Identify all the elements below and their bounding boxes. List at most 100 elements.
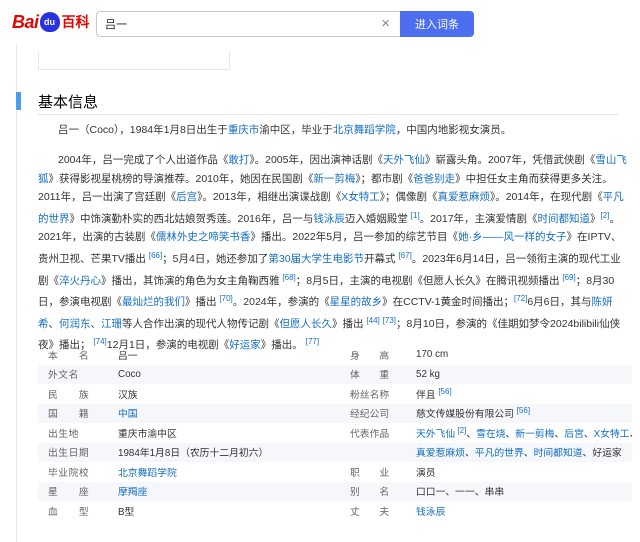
logo-text-bai: Bai bbox=[12, 11, 39, 32]
entry-link[interactable]: 钱泳辰 bbox=[416, 507, 445, 518]
citation-ref[interactable]: [2] bbox=[455, 426, 466, 435]
text-run: 重庆市渝中区 bbox=[118, 428, 177, 440]
baidu-baike-logo[interactable]: Bai du 百科 bbox=[12, 10, 90, 34]
text-run: 》播出 bbox=[185, 296, 220, 309]
entry-link[interactable]: 儒林外史之啼笑书香 bbox=[156, 231, 251, 243]
search-input[interactable] bbox=[97, 12, 367, 36]
entry-link[interactable]: 天外飞仙 bbox=[416, 429, 455, 440]
text-run: 吕一 bbox=[118, 350, 138, 362]
info-row: 毕业院校 北京舞蹈学院 职 业 演员 bbox=[38, 462, 632, 482]
text-run: 、 bbox=[464, 448, 475, 460]
text-run: 伴且 bbox=[416, 389, 439, 401]
entry-link[interactable]: 雪在烧 bbox=[476, 429, 505, 440]
info-label: 毕业院校 bbox=[48, 467, 90, 479]
citation-ref[interactable]: [1] bbox=[411, 211, 420, 220]
citation-ref[interactable]: [56] bbox=[517, 406, 530, 415]
entry-link[interactable]: X女特工 bbox=[341, 191, 380, 203]
entry-link[interactable]: 何润东 bbox=[59, 318, 91, 330]
text-run: 6月6日，其与 bbox=[527, 296, 592, 309]
text-run: 口口一、一一、串串 bbox=[416, 487, 505, 499]
info-label: 出生地 bbox=[48, 428, 79, 440]
entry-link[interactable]: 真爱惹麻烦 bbox=[437, 191, 490, 203]
entry-link[interactable]: 时间都知道 bbox=[534, 448, 583, 459]
entry-link[interactable]: 平凡的世界 bbox=[475, 448, 524, 459]
basic-info-table: 本 名 吕一 身 高 170 cm 外文名 Coco 体 重 52 kg 民 族 汉族 粉丝名称 伴且… bbox=[38, 345, 632, 521]
text-run: 》获得影视星桃榜的导演推荐。2010年，她因在民国剧《 bbox=[48, 172, 314, 185]
text-run: 》崭露头角。2007年，凭借武侠剧《 bbox=[424, 154, 596, 166]
entry-link[interactable]: 最灿烂的我们 bbox=[122, 296, 185, 308]
info-label: 出生日期 bbox=[48, 448, 90, 460]
entry-link[interactable]: 爸爸别走 bbox=[413, 173, 455, 185]
text-run: ；5月4日，她还参加了 bbox=[162, 252, 269, 265]
text-run: 1984年1月8日（农历十二月初六） bbox=[118, 448, 269, 460]
citation-ref[interactable]: [67] bbox=[398, 251, 411, 260]
entry-link[interactable]: 她·乡——风一样的女子 bbox=[458, 231, 567, 243]
citation-ref[interactable]: [66] bbox=[149, 251, 162, 260]
section-divider bbox=[38, 114, 618, 115]
info-value: 1984年1月8日（农历十二月初六） bbox=[118, 445, 344, 459]
citation-ref[interactable]: [70] bbox=[219, 294, 232, 303]
info-label: 别 名 bbox=[350, 487, 390, 499]
text-run: 、 bbox=[630, 429, 632, 440]
entry-link[interactable]: 新一剪梅 bbox=[313, 173, 355, 185]
entry-link[interactable]: 中国 bbox=[118, 409, 138, 420]
entry-link[interactable]: 第30届大学生电影节 bbox=[268, 253, 364, 265]
entry-link[interactable]: 重庆市 bbox=[228, 124, 260, 136]
info-value: 汉族 bbox=[118, 387, 344, 401]
entry-link[interactable]: 时间都知道 bbox=[538, 213, 591, 225]
info-label: 星 座 bbox=[48, 487, 90, 499]
entry-link[interactable]: 北京舞蹈学院 bbox=[333, 124, 396, 136]
text-run: 》播出 bbox=[332, 317, 367, 330]
text-run: 、 bbox=[583, 428, 594, 440]
info-value: 中国 bbox=[118, 406, 344, 420]
citation-ref[interactable]: [73] bbox=[383, 316, 396, 325]
text-run: 》。2014年，在现代剧《 bbox=[489, 191, 603, 204]
info-value: 口口一、一一、串串 bbox=[416, 484, 632, 498]
enter-entry-button[interactable]: 进入词条 bbox=[400, 11, 474, 37]
info-value: 52 kg bbox=[416, 369, 632, 380]
citation-ref[interactable]: [69] bbox=[562, 273, 575, 282]
entry-link[interactable]: 北京舞蹈学院 bbox=[118, 468, 177, 479]
entry-link[interactable]: 星星的故乡 bbox=[330, 296, 383, 308]
text-run: 、 bbox=[505, 428, 516, 440]
entry-link[interactable]: 后宫 bbox=[176, 191, 197, 203]
entry-link[interactable]: 后宫 bbox=[564, 429, 584, 440]
citation-ref[interactable]: [56] bbox=[438, 387, 451, 396]
info-value: 真爱惹麻烦、平凡的世界、时间都知道、好运家 bbox=[416, 445, 632, 459]
text-run: 》 bbox=[590, 212, 601, 225]
entry-link[interactable]: 天外飞仙 bbox=[383, 154, 425, 166]
entry-link[interactable]: 摩羯座 bbox=[118, 487, 147, 498]
text-run: 吕一（Coco），1984年1月8日出生于 bbox=[58, 124, 228, 136]
entry-link[interactable]: 真爱惹麻烦 bbox=[416, 448, 465, 459]
section-marker bbox=[16, 92, 21, 110]
section-title: 基本信息 bbox=[38, 94, 99, 111]
citation-ref[interactable]: [68] bbox=[282, 273, 295, 282]
text-run: B型 bbox=[118, 506, 135, 518]
entry-link[interactable]: 但愿人长久 bbox=[280, 318, 333, 330]
entry-link[interactable]: 淬火丹心 bbox=[59, 275, 101, 287]
text-run: 》；偶像剧《 bbox=[379, 191, 438, 204]
info-value: 北京舞蹈学院 bbox=[118, 465, 344, 479]
text-run: Coco bbox=[118, 368, 141, 380]
text-run: 、 bbox=[48, 317, 60, 330]
entry-link[interactable]: X女特工 bbox=[594, 429, 630, 440]
summary-paragraph: 吕一（Coco），1984年1月8日出生于重庆市渝中区，毕业于北京舞蹈学院，中国… bbox=[38, 121, 630, 140]
text-run: 》中饰演勤朴实的西北姑娘贺秀莲。2016年，吕一与 bbox=[69, 212, 314, 225]
info-row: 星 座 摩羯座 别 名 口口一、一一、串串 bbox=[38, 481, 632, 501]
entry-link[interactable]: 钱泳辰 bbox=[313, 213, 345, 225]
info-value: 170 cm bbox=[416, 349, 632, 360]
info-label: 经纪公司 bbox=[350, 409, 390, 421]
clear-icon[interactable]: × bbox=[381, 15, 390, 33]
info-value: 天外飞仙 [2]、雪在烧、新一剪梅、后宫、X女特工、 bbox=[416, 426, 632, 440]
info-label: 民 族 bbox=[48, 389, 90, 401]
entry-link[interactable]: 新一剪梅 bbox=[515, 429, 554, 440]
info-label: 本 名 bbox=[48, 350, 90, 362]
text-run: ，中国内地影视女演员。 bbox=[395, 124, 512, 136]
citation-ref[interactable]: [44] bbox=[366, 316, 379, 325]
text-run: 2004年，吕一完成了个人出道作品《 bbox=[58, 154, 229, 166]
search-box: × bbox=[96, 11, 400, 37]
citation-ref[interactable]: [72] bbox=[514, 294, 527, 303]
entry-link[interactable]: 江珊 bbox=[101, 318, 122, 330]
info-row: 民 族 汉族 粉丝名称 伴且 [56] bbox=[38, 384, 632, 404]
entry-link[interactable]: 敢打 bbox=[228, 154, 249, 166]
